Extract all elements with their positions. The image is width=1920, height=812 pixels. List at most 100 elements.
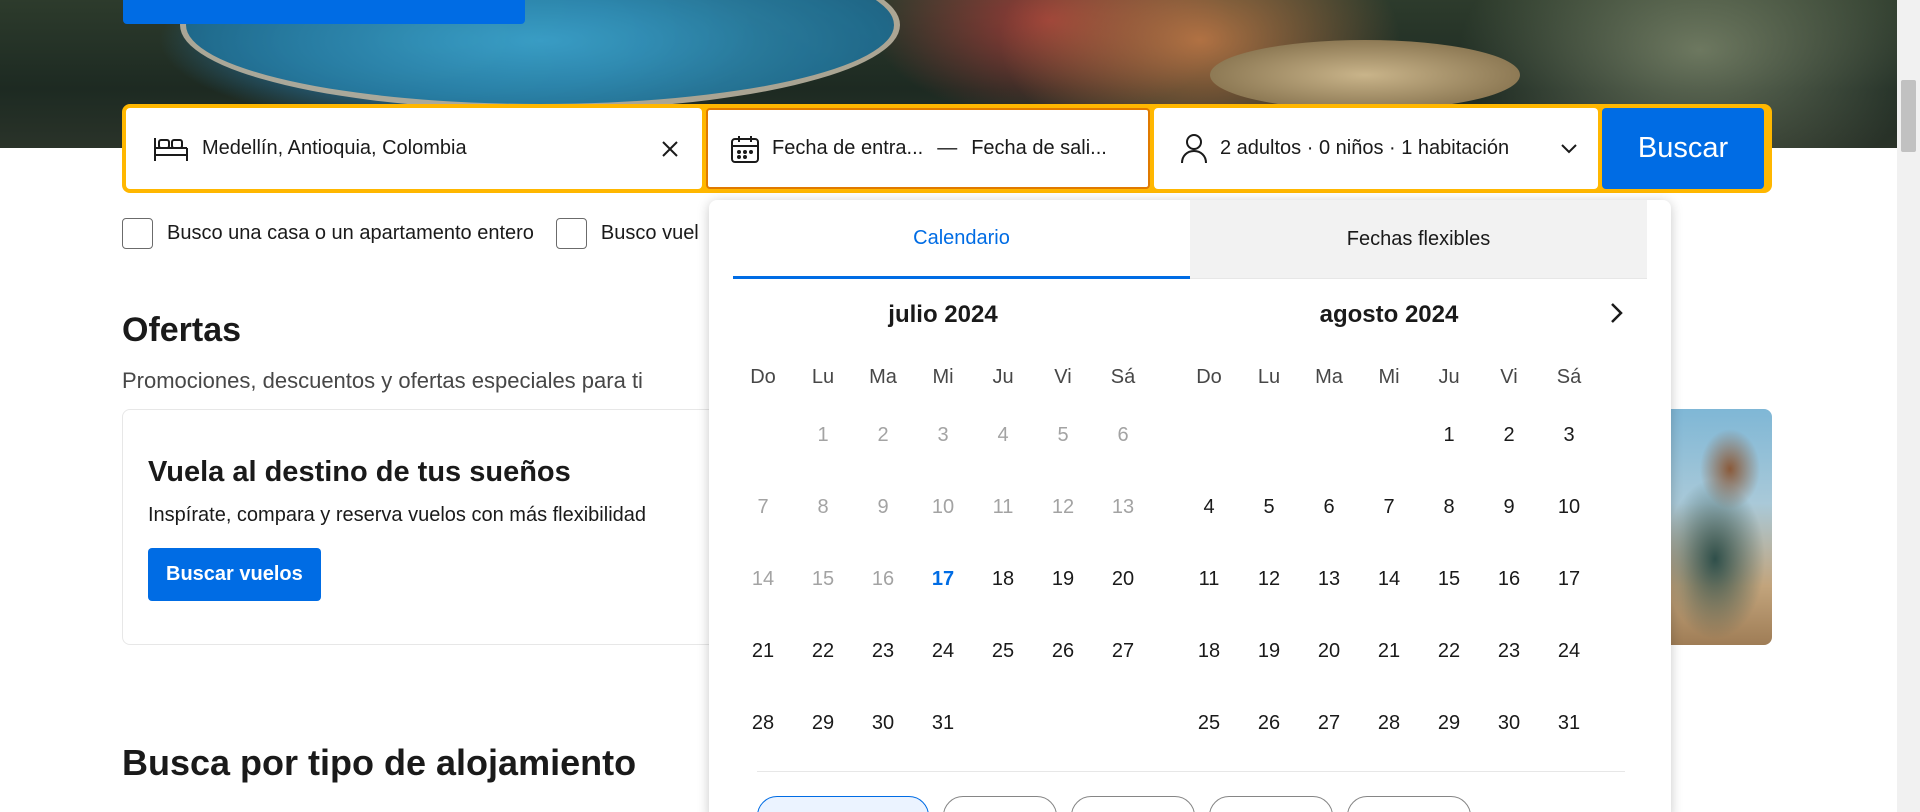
month-title: agosto 2024	[1319, 301, 1459, 328]
calendar-day[interactable]: 12	[1239, 543, 1299, 615]
calendar-day[interactable]: 28	[733, 687, 793, 759]
dates-field[interactable]: Fecha de entra... — Fecha de sali...	[706, 108, 1150, 189]
flex-chip[interactable]	[1071, 796, 1195, 812]
calendar-day[interactable]: 3	[1539, 399, 1599, 471]
calendar-day[interactable]: 30	[1479, 687, 1539, 759]
flex-chip[interactable]	[1347, 796, 1471, 812]
weekday-label: Do	[1196, 366, 1222, 388]
calendar-day[interactable]: 16	[1479, 543, 1539, 615]
calendar-day[interactable]: 18	[973, 543, 1033, 615]
calendar-day[interactable]: 4	[1179, 471, 1239, 543]
chevron-down-icon[interactable]	[1560, 143, 1578, 155]
calendar-day: 6	[1117, 424, 1129, 446]
day-grid: 1 2 3 4 5 6 7 8 9 10 11 12 13 14 15 16 17 18 19 20 21 22 23 24 2…	[733, 399, 1153, 759]
calendar-day: 16	[871, 568, 895, 590]
calendar-day[interactable]: 10	[1539, 471, 1599, 543]
checkbox-box[interactable]	[122, 218, 153, 249]
calendar-day[interactable]: 23	[853, 615, 913, 687]
calendar-day: 12	[1051, 496, 1075, 518]
checkin-field[interactable]: Fecha de entra...	[772, 137, 923, 160]
weekday-header: Do Lu Ma Mi Ju Vi Sá	[1179, 357, 1599, 397]
calendar-day[interactable]: 22	[1419, 615, 1479, 687]
page-scrollbar[interactable]	[1897, 0, 1920, 812]
calendar-day: 4	[997, 424, 1009, 446]
calendar-day: 1	[817, 424, 829, 446]
calendar-day[interactable]: 9	[1479, 471, 1539, 543]
calendar-day[interactable]: 29	[1419, 687, 1479, 759]
weekday-header: Do Lu Ma Mi Ju Vi Sá	[733, 357, 1153, 397]
calendar-day[interactable]: 2	[1479, 399, 1539, 471]
flex-chip[interactable]	[757, 796, 929, 812]
calendar-day: 3	[937, 424, 949, 446]
calendar-day: 14	[751, 568, 775, 590]
calendar-day[interactable]: 20	[1299, 615, 1359, 687]
calendar-day[interactable]: 8	[1419, 471, 1479, 543]
guests-field[interactable]: 2 adultos · 0 niños · 1 habitación	[1154, 108, 1598, 189]
whole-home-checkbox[interactable]: Busco una casa o un apartamento entero	[122, 218, 534, 249]
date-separator: —	[937, 137, 958, 159]
flex-chip[interactable]	[943, 796, 1057, 812]
calendar-day[interactable]: 6	[1299, 471, 1359, 543]
calendar-day[interactable]: 24	[1539, 615, 1599, 687]
calendar-day[interactable]: 26	[1239, 687, 1299, 759]
calendar-day[interactable]: 31	[913, 687, 973, 759]
calendar-day[interactable]: 22	[793, 615, 853, 687]
flex-chip[interactable]	[1209, 796, 1333, 812]
calendar-day[interactable]: 27	[1299, 687, 1359, 759]
flight-offer-card: Vuela al destino de tus sueños Inspírate…	[122, 409, 722, 645]
calendar-day[interactable]: 17	[1539, 543, 1599, 615]
calendar-day[interactable]: 13	[1299, 543, 1359, 615]
next-month-button[interactable]	[1596, 295, 1636, 335]
calendar-day[interactable]: 21	[733, 615, 793, 687]
guests-summary[interactable]: 2 adultos · 0 niños · 1 habitación	[1220, 137, 1560, 160]
checkbox-label: Busco una casa o un apartamento entero	[167, 222, 534, 244]
tab-flexible-dates[interactable]: Fechas flexibles	[1190, 200, 1647, 279]
destination-field[interactable]: Medellín, Antioquia, Colombia	[126, 108, 702, 189]
calendar-day[interactable]: 24	[913, 615, 973, 687]
weekday-label: Ma	[869, 366, 897, 388]
calendar-day[interactable]: 26	[1033, 615, 1093, 687]
weekday-label: Mi	[1378, 366, 1400, 388]
calendar-day[interactable]: 20	[1093, 543, 1153, 615]
calendar-day[interactable]: 19	[1033, 543, 1093, 615]
calendar-day[interactable]: 15	[1419, 543, 1479, 615]
calendar-day[interactable]: 29	[793, 687, 853, 759]
calendar-day[interactable]: 31	[1539, 687, 1599, 759]
destination-input[interactable]: Medellín, Antioquia, Colombia	[202, 137, 660, 160]
scrollbar-thumb[interactable]	[1901, 80, 1916, 152]
weekday-label: Do	[750, 366, 776, 388]
calendar-day: 2	[877, 424, 889, 446]
search-button[interactable]: Buscar	[1602, 108, 1764, 189]
calendar-day[interactable]: 27	[1093, 615, 1153, 687]
close-icon[interactable]	[660, 139, 680, 159]
calendar-day: 11	[992, 496, 1014, 518]
weekday-label: Vi	[1054, 366, 1072, 388]
calendar-day[interactable]: 7	[1359, 471, 1419, 543]
calendar-day[interactable]: 25	[1179, 687, 1239, 759]
hero-cta-button[interactable]	[123, 0, 525, 24]
calendar-day[interactable]: 30	[853, 687, 913, 759]
calendar-day[interactable]: 19	[1239, 615, 1299, 687]
flights-checkbox[interactable]: Busco vuel	[555, 218, 699, 249]
calendar-day[interactable]: 21	[1359, 615, 1419, 687]
weekday-label: Sá	[1110, 366, 1136, 388]
bed-icon	[152, 134, 190, 164]
checkout-field[interactable]: Fecha de sali...	[971, 137, 1107, 160]
search-flights-button[interactable]: Buscar vuelos	[148, 548, 321, 601]
weekday-label: Sá	[1556, 366, 1582, 388]
calendar-day-today[interactable]: 17	[913, 543, 973, 615]
offer-card-title: Vuela al destino de tus sueños	[148, 456, 571, 488]
tab-calendar[interactable]: Calendario	[733, 200, 1190, 279]
weekday-label: Ju	[992, 366, 1014, 388]
checkbox-box[interactable]	[555, 218, 587, 249]
calendar-day[interactable]: 11	[1179, 543, 1239, 615]
calendar-day[interactable]: 28	[1359, 687, 1419, 759]
person-icon	[1180, 133, 1208, 165]
calendar-day[interactable]: 14	[1359, 543, 1419, 615]
calendar-day[interactable]: 23	[1479, 615, 1539, 687]
calendar-day[interactable]: 18	[1179, 615, 1239, 687]
calendar-day[interactable]: 1	[1419, 399, 1479, 471]
calendar-day[interactable]: 5	[1239, 471, 1299, 543]
calendar-day[interactable]: 25	[973, 615, 1033, 687]
calendar-day: 9	[877, 496, 889, 518]
